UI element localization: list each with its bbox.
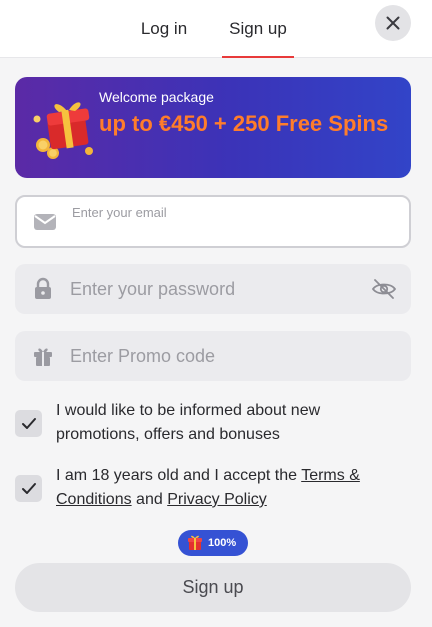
promo-input[interactable] xyxy=(70,331,361,381)
gift-box-icon xyxy=(33,102,93,159)
gift-icon xyxy=(34,348,52,366)
terms-and: and xyxy=(131,491,168,508)
email-input[interactable] xyxy=(72,201,359,223)
tab-signup[interactable]: Sign up xyxy=(222,0,294,58)
tab-login-label: Log in xyxy=(140,19,188,38)
auth-header: Log in Sign up xyxy=(0,0,432,58)
close-icon xyxy=(386,16,400,30)
progress-badge: 100% xyxy=(178,530,248,556)
signup-button-label: Sign up xyxy=(182,577,244,597)
banner-title: up to €450 + 250 Free Spins xyxy=(99,111,389,136)
active-tab-indicator xyxy=(222,56,294,58)
signup-button[interactable]: Sign up xyxy=(15,563,411,612)
password-field[interactable] xyxy=(15,264,411,314)
promo-field[interactable] xyxy=(15,331,411,381)
checkmark-icon xyxy=(21,482,36,494)
terms-checkbox[interactable] xyxy=(15,475,42,502)
gift-box-icon xyxy=(188,535,202,550)
promotions-label: I would like to be informed about new pr… xyxy=(56,402,321,443)
progress-badge-value: 100% xyxy=(208,537,237,549)
close-button[interactable] xyxy=(375,5,411,41)
promotions-checkbox[interactable] xyxy=(15,410,42,437)
email-field[interactable] xyxy=(15,195,411,248)
lock-icon xyxy=(35,277,51,299)
welcome-banner: Welcome package up to €450 + 250 Free Sp… xyxy=(15,77,411,178)
banner-subtitle: Welcome package xyxy=(99,89,214,105)
checkmark-icon xyxy=(21,417,36,429)
eye-off-icon[interactable] xyxy=(371,277,397,301)
envelope-icon xyxy=(34,213,56,230)
password-input[interactable] xyxy=(70,264,361,314)
tab-login[interactable]: Log in xyxy=(132,0,196,58)
terms-label: I am 18 years old and I accept the Terms… xyxy=(56,464,406,512)
terms-prefix: I am 18 years old and I accept the xyxy=(56,467,302,484)
privacy-link[interactable]: Privacy Policy xyxy=(167,491,267,508)
tab-signup-label: Sign up xyxy=(229,19,287,38)
